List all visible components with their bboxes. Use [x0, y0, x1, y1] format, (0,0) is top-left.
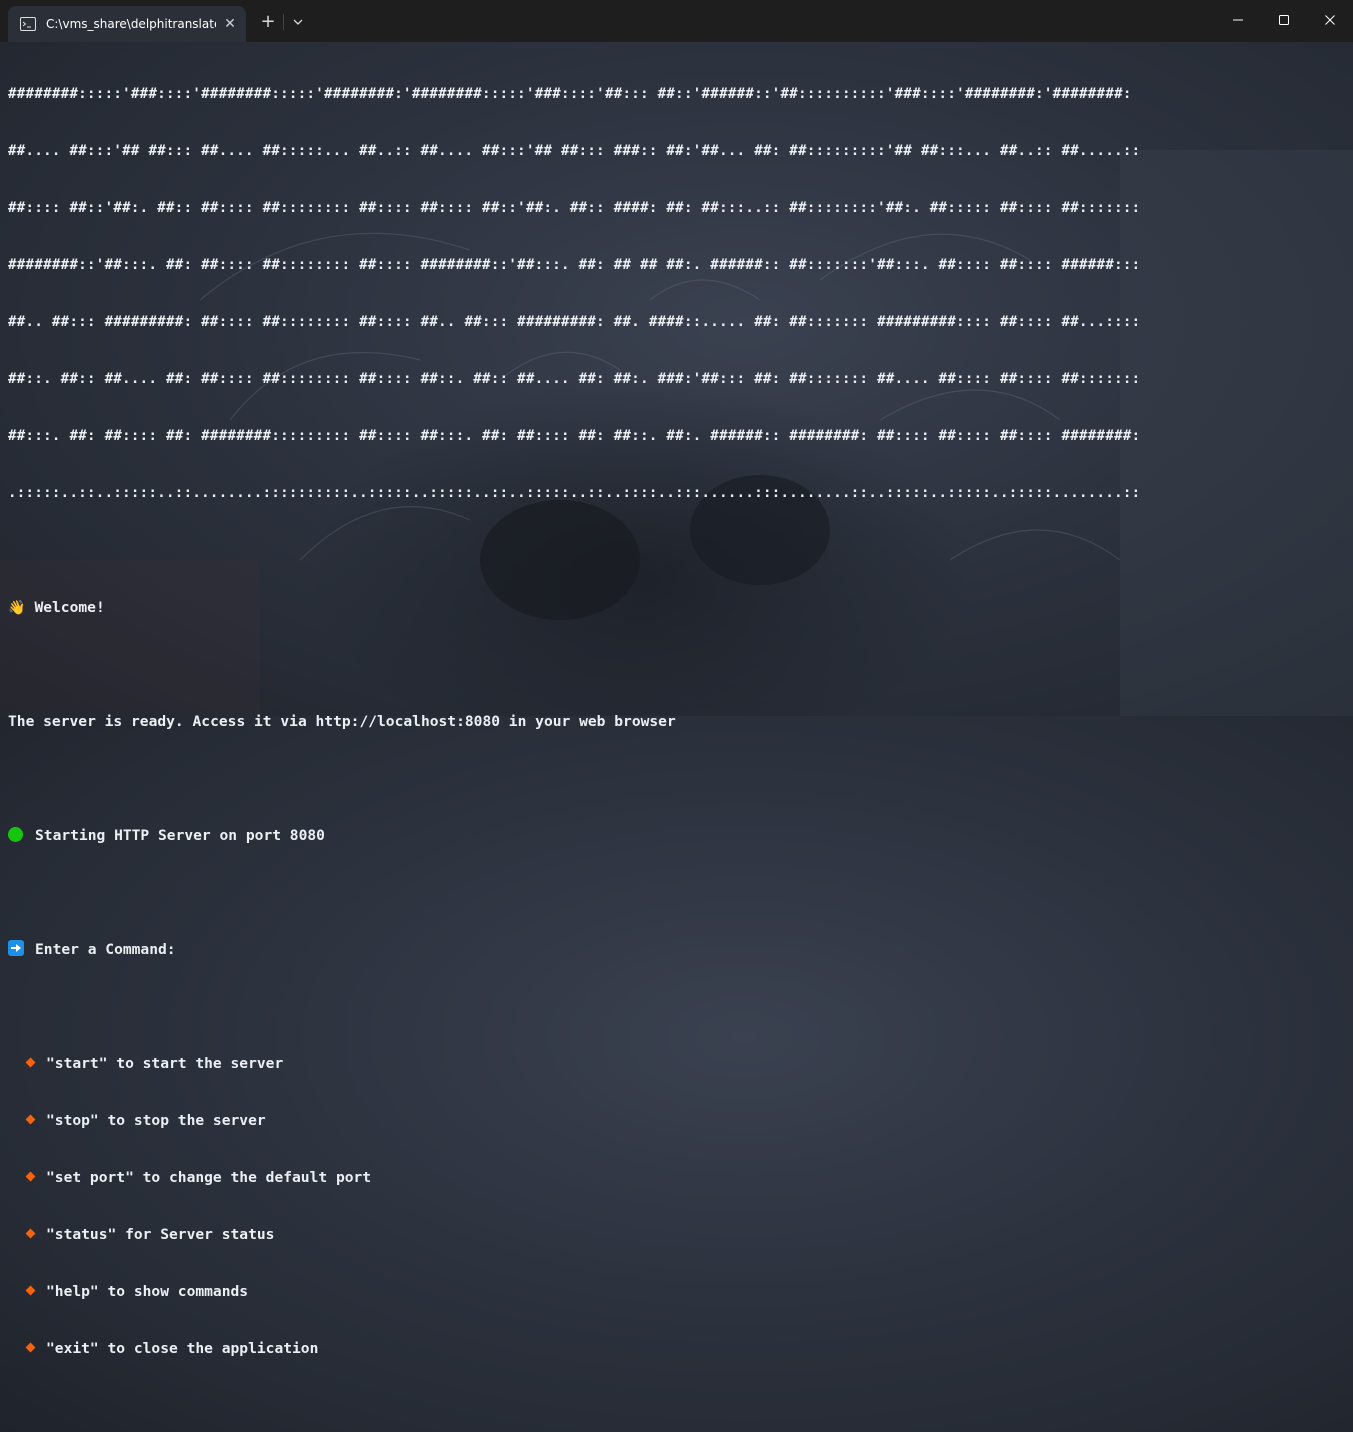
ascii-art-line: ########::'##:::. ##: ##:::: ##:::::::: …: [8, 257, 1141, 273]
orange-diamond-icon: [25, 1285, 36, 1296]
command-list-item: "exit" to close the application: [8, 1339, 1343, 1358]
right-arrow-icon: [8, 940, 24, 956]
ascii-art-line: ##:::. ##: ##:::: ##: ########::::::::: …: [8, 428, 1141, 444]
welcome-text: Welcome!: [34, 599, 105, 616]
orange-diamond-icon: [25, 1228, 36, 1239]
terminal-icon: [20, 17, 36, 31]
command-text: "help" to show commands: [46, 1283, 249, 1300]
server-ready-text: The server is ready. Access it via http:…: [8, 713, 676, 730]
terminal-tab[interactable]: C:\vms_share\delphitranslate\ ✕: [8, 6, 246, 42]
close-tab-icon[interactable]: ✕: [222, 16, 238, 32]
command-list-item: "set port" to change the default port: [8, 1168, 1343, 1187]
ascii-art-line: ##::. ##:: ##.... ##: ##:::: ##:::::::: …: [8, 371, 1141, 387]
waving-hand-icon: 👋: [8, 600, 26, 616]
ascii-art-line: ##:::: ##::'##:. ##:: ##:::: ##:::::::: …: [8, 200, 1141, 216]
green-circle-icon: [8, 827, 23, 842]
minimize-button[interactable]: [1215, 0, 1261, 40]
command-text: "stop" to stop the server: [46, 1112, 266, 1129]
ascii-art-line: ##.. ##::: #########: ##:::: ##:::::::: …: [8, 314, 1141, 330]
command-list-item: "stop" to stop the server: [8, 1111, 1343, 1130]
maximize-button[interactable]: [1261, 0, 1307, 40]
enter-command-line: Enter a Command:: [8, 940, 1343, 959]
tab-title: C:\vms_share\delphitranslate\: [46, 17, 216, 31]
command-list-item: "start" to start the server: [8, 1054, 1343, 1073]
command-list-item: "status" for Server status: [8, 1225, 1343, 1244]
new-tab-button[interactable]: +: [256, 10, 280, 34]
divider: [283, 14, 284, 30]
command-text: "exit" to close the application: [46, 1340, 319, 1357]
close-icon: [1325, 15, 1335, 25]
command-text: "start" to start the server: [46, 1055, 284, 1072]
maximize-icon: [1279, 15, 1289, 25]
terminal-output[interactable]: ########:::::'###::::'########:::::'####…: [8, 47, 1343, 1432]
ascii-art-line: ########:::::'###::::'########:::::'####…: [8, 86, 1132, 102]
orange-diamond-icon: [25, 1342, 36, 1353]
welcome-line: 👋 Welcome!: [8, 598, 1343, 617]
orange-diamond-icon: [25, 1057, 36, 1068]
command-text: "status" for Server status: [46, 1226, 275, 1243]
ascii-art-line: .:::::..::..:::::..::........::::::::::.…: [8, 485, 1141, 501]
orange-diamond-icon: [25, 1171, 36, 1182]
command-text: "set port" to change the default port: [46, 1169, 372, 1186]
close-window-button[interactable]: [1307, 0, 1353, 40]
ascii-art-line: ##.... ##:::'## ##::: ##.... ##:::::... …: [8, 143, 1141, 159]
starting-text: Starting HTTP Server on port 8080: [35, 827, 325, 844]
minimize-icon: [1233, 19, 1243, 21]
title-bar: C:\vms_share\delphitranslate\ ✕ +: [0, 0, 1353, 42]
command-list-item: "help" to show commands: [8, 1282, 1343, 1301]
orange-diamond-icon: [25, 1114, 36, 1125]
chevron-down-icon[interactable]: [286, 10, 310, 34]
status-line: Starting HTTP Server on port 8080: [8, 826, 1343, 845]
enter-command-text: Enter a Command:: [35, 941, 176, 958]
